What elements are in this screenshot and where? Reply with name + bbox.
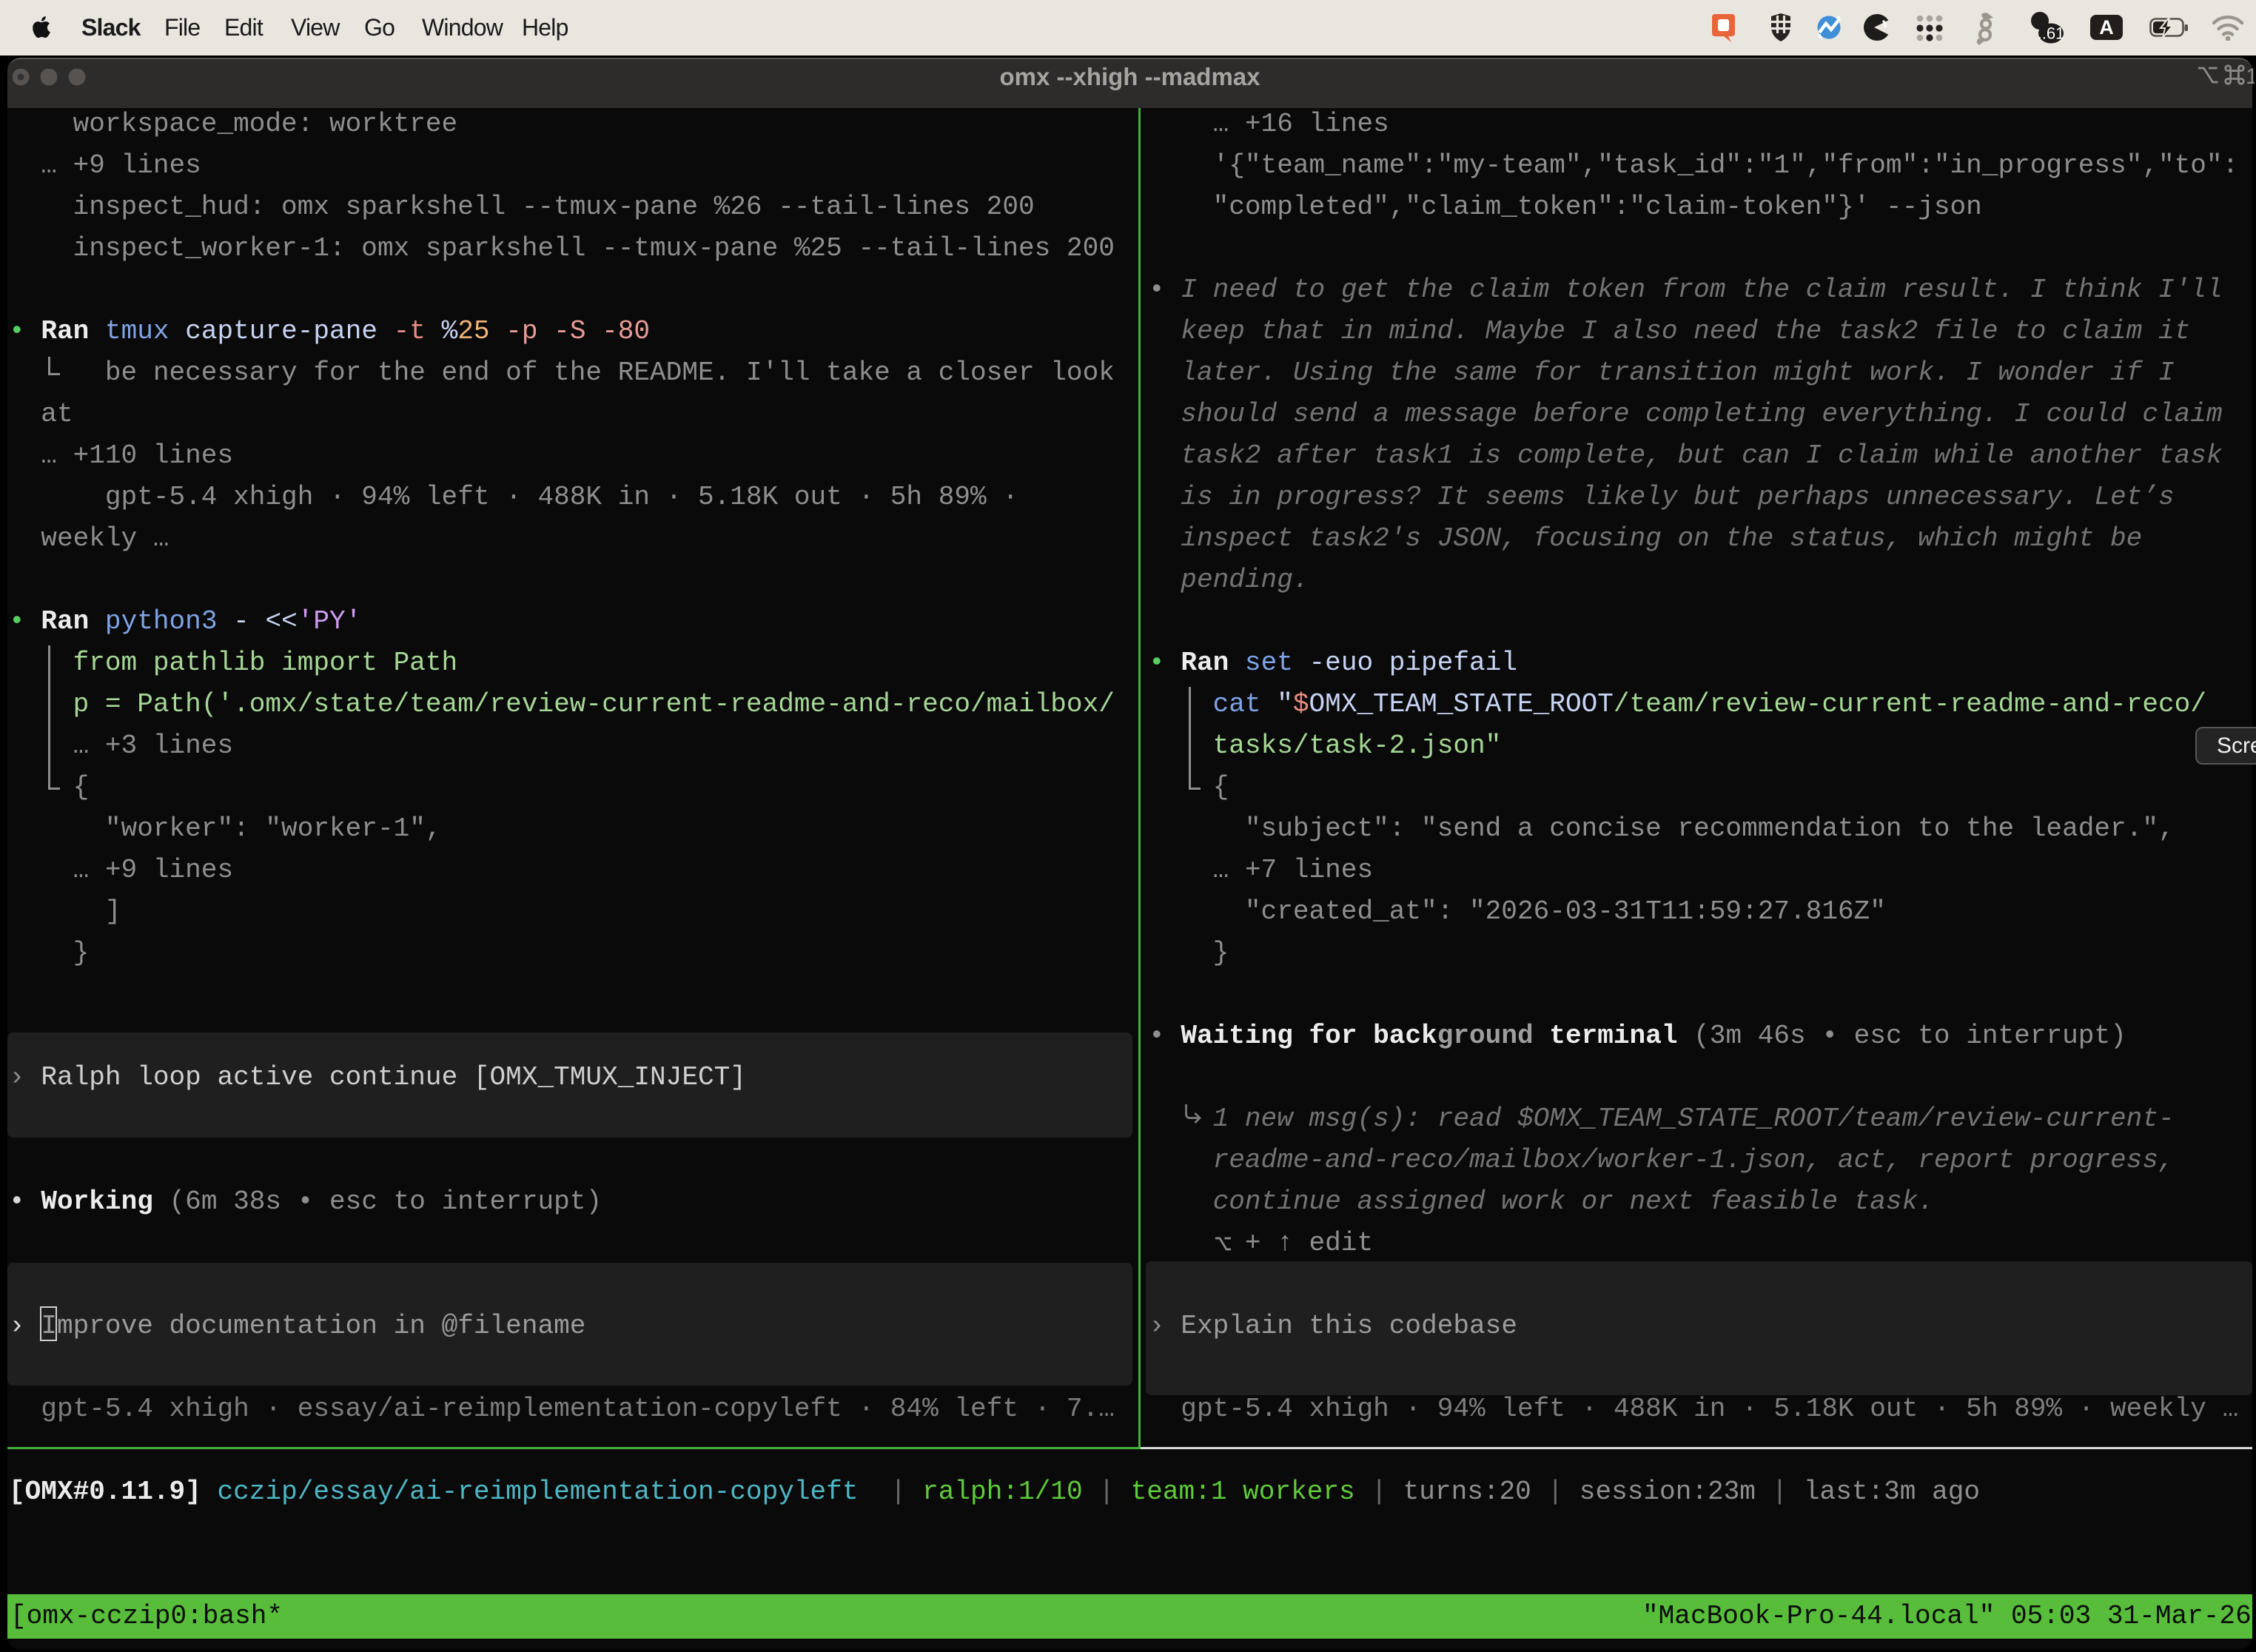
svg-text:1: 1 <box>2246 64 2255 87</box>
svg-text:..61: ..61 <box>2038 24 2064 43</box>
